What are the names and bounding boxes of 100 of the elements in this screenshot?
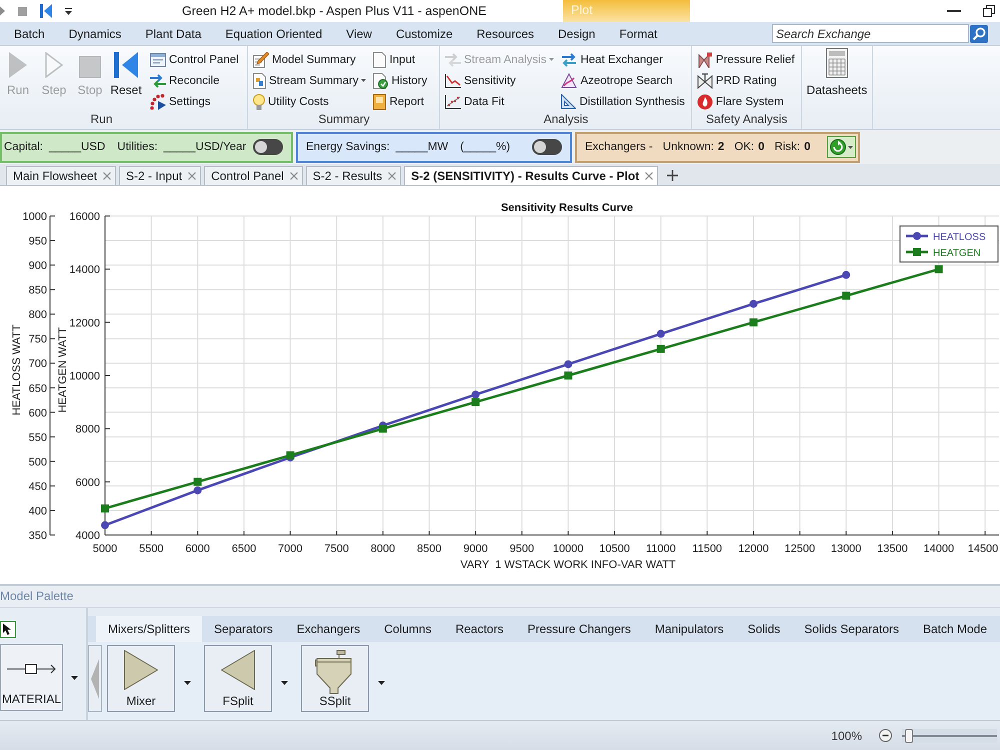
category-tab[interactable]: Mixers/Splitters xyxy=(96,616,202,642)
category-tab[interactable]: Pressure Changers xyxy=(515,616,643,642)
ribbon-button[interactable]: Stream Summary xyxy=(253,70,368,91)
count-label: Risk: xyxy=(774,141,800,153)
tick-label: 6000 xyxy=(76,476,100,489)
data-point xyxy=(378,424,387,433)
tick-label: 800 xyxy=(28,309,47,322)
tick-label: 400 xyxy=(28,505,47,518)
document-tab[interactable]: Main Flowsheet xyxy=(6,166,116,185)
block-button[interactable]: FSplit xyxy=(204,645,272,712)
category-tab[interactable]: Batch Mode xyxy=(910,616,1000,642)
search-field[interactable]: Search Exchange xyxy=(772,24,969,43)
page-check-icon xyxy=(373,72,388,88)
ribbon-button[interactable]: Utility Costs xyxy=(253,91,368,112)
book-icon xyxy=(373,94,386,110)
zoom-level-label: 100% xyxy=(831,728,862,742)
close-icon[interactable] xyxy=(188,172,196,180)
toggle-switch[interactable] xyxy=(253,139,283,155)
data-point xyxy=(101,504,109,512)
menu-tab[interactable]: Batch xyxy=(2,22,57,45)
contextual-tab-header: Plot xyxy=(563,0,690,22)
document-tab[interactable]: S-2 - Input xyxy=(119,166,202,185)
plus-icon[interactable] xyxy=(667,170,678,181)
play-icon[interactable] xyxy=(0,5,5,17)
restore-icon[interactable] xyxy=(983,5,995,17)
category-tab[interactable]: Manipulators xyxy=(642,616,736,642)
ribbon-button[interactable]: History xyxy=(373,70,430,91)
ribbon-button[interactable]: Datasheets xyxy=(806,49,868,97)
menu-tab[interactable]: Design xyxy=(546,22,608,45)
group-label: Summary xyxy=(318,112,370,126)
valve-icon xyxy=(696,52,713,68)
tick-label: 9500 xyxy=(510,543,534,555)
ribbon-button[interactable]: Settings xyxy=(150,91,241,112)
category-tab[interactable]: Exchangers xyxy=(284,616,372,642)
category-tab[interactable]: Separators xyxy=(202,616,285,642)
category-tab[interactable]: Columns xyxy=(372,616,444,642)
menu-tab[interactable]: Resources xyxy=(464,22,546,45)
group-label: Analysis xyxy=(544,112,588,126)
ribbon-button[interactable]: Reconcile xyxy=(150,70,241,91)
document-tab[interactable]: Control Panel xyxy=(204,166,303,185)
menu-tab[interactable]: Customize xyxy=(384,22,465,45)
stream-button[interactable]: MATERIAL xyxy=(0,644,63,711)
ribbon-button[interactable]: Reset xyxy=(108,49,144,97)
tick-label: 900 xyxy=(28,260,47,272)
close-icon[interactable] xyxy=(103,172,112,180)
caret-icon xyxy=(361,79,366,82)
ribbon-button[interactable]: PRD Rating xyxy=(696,70,797,91)
status-menu-button[interactable] xyxy=(827,136,856,158)
caret-icon[interactable] xyxy=(281,680,288,684)
category-tab[interactable]: Solids xyxy=(736,616,792,642)
stop-icon[interactable] xyxy=(18,6,27,16)
tick-label: 11000 xyxy=(646,543,676,555)
zoom-out-icon[interactable] xyxy=(879,729,892,742)
close-icon[interactable] xyxy=(290,172,298,180)
block-button[interactable]: Mixer xyxy=(107,645,175,712)
caret-icon xyxy=(848,146,853,148)
dropdown-menu-icon[interactable] xyxy=(65,6,72,16)
close-icon[interactable] xyxy=(388,172,396,180)
ribbon-button[interactable]: Control Panel xyxy=(150,49,241,70)
slider-thumb[interactable] xyxy=(904,728,913,742)
ribbon-button[interactable]: Flare System xyxy=(696,91,797,112)
menu-tab[interactable]: Plant Data xyxy=(133,22,214,45)
menu-tab[interactable]: Equation Oriented xyxy=(213,22,334,45)
lightbulb-icon xyxy=(253,94,265,110)
menu-tab[interactable]: Dynamics xyxy=(56,22,134,45)
search-icon[interactable] xyxy=(970,24,988,42)
ribbon-button[interactable]: Data Fit xyxy=(445,91,556,112)
toggle-switch[interactable] xyxy=(532,139,562,155)
tick-label: 10000 xyxy=(69,370,100,382)
category-tab[interactable]: Reactors xyxy=(443,616,516,642)
ribbon-button[interactable]: Report xyxy=(373,91,430,112)
tick-label: 6500 xyxy=(232,543,256,555)
tick-label: 5000 xyxy=(92,543,118,555)
ribbon-button[interactable]: Input xyxy=(373,49,430,70)
cursor-icon[interactable] xyxy=(0,621,16,638)
ribbon-button[interactable]: Model Summary xyxy=(253,49,368,70)
close-icon[interactable] xyxy=(645,172,654,180)
document-tab[interactable]: S-2 (SENSITIVITY) - Results Curve - Plot xyxy=(404,166,658,185)
menu-tab[interactable]: View xyxy=(334,22,384,45)
caret-icon[interactable] xyxy=(378,680,385,684)
legend-marker-icon xyxy=(906,232,928,240)
panel-title: Model Palette xyxy=(0,589,74,603)
block-button[interactable]: SSplit xyxy=(301,645,369,712)
ribbon-button[interactable]: Azeotrope Search xyxy=(561,70,687,91)
ribbon-button[interactable]: Distillation Synthesis xyxy=(561,91,687,112)
zoom-slider[interactable] xyxy=(902,728,997,742)
ribbon-button[interactable]: Pressure Relief xyxy=(696,49,797,70)
tick-label: 7000 xyxy=(278,543,303,555)
skip-back-icon[interactable] xyxy=(40,4,52,18)
data-point xyxy=(472,390,480,399)
ribbon-button[interactable]: Sensitivity xyxy=(445,70,556,91)
category-tab[interactable]: Solids Separators xyxy=(792,616,911,642)
caret-icon[interactable] xyxy=(71,676,78,680)
ribbon-button[interactable]: Heat Exchanger xyxy=(561,49,687,70)
caret-icon[interactable] xyxy=(184,680,191,684)
valve-icon xyxy=(696,72,713,88)
count-value: 2 xyxy=(718,141,724,153)
tick-label: 13000 xyxy=(830,543,862,555)
document-tab[interactable]: S-2 - Results xyxy=(306,166,402,185)
menu-tab[interactable]: Format xyxy=(607,22,670,45)
